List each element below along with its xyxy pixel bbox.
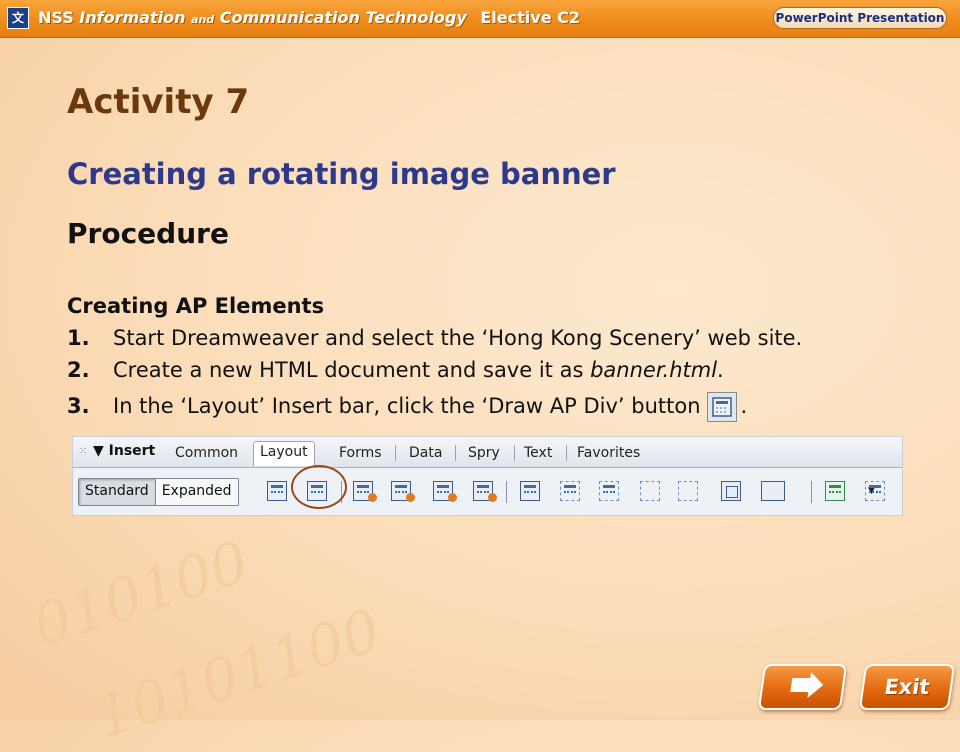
step-number: 3. <box>67 394 90 418</box>
step-text-end: . <box>717 358 724 382</box>
layout-cell-icon[interactable] <box>865 481 885 501</box>
next-button[interactable] <box>757 664 848 710</box>
insert-div-tag-icon[interactable] <box>267 481 287 501</box>
step-text: Start Dreamweaver and select the ‘Hong K… <box>113 326 803 350</box>
step-2: 2. Create a new HTML document and save it… <box>67 358 724 382</box>
step-text-end: . <box>740 394 748 418</box>
step-1: 1. Start Dreamweaver and select the ‘Hong… <box>67 326 802 350</box>
step-3: 3. In the ‘Layout’ Insert bar, click the … <box>67 392 747 422</box>
insert-bar-tabs: ⁙ ▼ Insert Common Layout Forms Data Spry… <box>73 437 902 468</box>
filename-text: banner.html <box>590 358 718 382</box>
grip-icon: ⁙ <box>79 446 88 457</box>
tab-divider <box>566 445 567 461</box>
tab-divider <box>395 445 396 461</box>
toolbar-divider <box>506 481 507 503</box>
elective-label: Elective C2 <box>480 8 580 27</box>
powerpoint-presentation-badge: PowerPoint Presentation <box>773 7 947 29</box>
tab-common[interactable]: Common <box>175 445 238 461</box>
view-mode-toggle: Standard Expanded <box>78 478 239 506</box>
highlight-circle <box>291 465 347 509</box>
exit-button[interactable]: Exit <box>858 664 956 710</box>
binary-decoration: 010100 <box>24 527 257 661</box>
tab-divider <box>455 445 456 461</box>
title-part1: Information <box>79 8 186 27</box>
tab-divider <box>514 445 515 461</box>
tab-spry[interactable]: Spry <box>468 445 500 461</box>
tab-layout[interactable]: Layout <box>253 441 315 466</box>
tab-text[interactable]: Text <box>524 445 552 461</box>
insert-bar-title: ▼ Insert <box>93 443 156 459</box>
course-title: NSS Information and Communication Techno… <box>38 8 580 27</box>
exit-label: Exit <box>882 675 932 699</box>
draw-ap-div-icon <box>706 392 737 422</box>
insert-row-below-icon[interactable] <box>599 481 619 501</box>
spry-badge-icon <box>448 493 457 502</box>
spry-badge-icon <box>406 493 415 502</box>
standard-mode-button[interactable]: Standard <box>79 479 156 505</box>
tab-data[interactable]: Data <box>409 445 442 461</box>
right-arrow-icon <box>790 678 811 692</box>
tab-favorites[interactable]: Favorites <box>577 445 640 461</box>
iframe-icon[interactable] <box>721 481 741 501</box>
top-header-bar: 文 NSS Information and Communication Tech… <box>0 0 960 38</box>
hkedcity-logo-icon: 文 <box>7 7 29 29</box>
title-and: and <box>191 13 215 26</box>
frames-icon[interactable] <box>761 481 785 501</box>
section-heading: Creating AP Elements <box>67 294 325 318</box>
step-text: In the ‘Layout’ Insert bar, click the ‘D… <box>113 394 701 418</box>
title-part2: Communication Technology <box>219 8 467 27</box>
toolbar-divider <box>811 481 812 503</box>
table-icon[interactable] <box>520 481 540 501</box>
nss-label: NSS <box>38 8 74 27</box>
insert-column-right-icon[interactable] <box>678 481 698 501</box>
insert-bar-screenshot: ⁙ ▼ Insert Common Layout Forms Data Spry… <box>72 436 903 516</box>
insert-row-above-icon[interactable] <box>560 481 580 501</box>
step-number: 1. <box>67 326 90 350</box>
procedure-heading: Procedure <box>67 217 229 250</box>
expanded-mode-button[interactable]: Expanded <box>156 479 238 505</box>
tab-forms[interactable]: Forms <box>339 445 382 461</box>
step-text: Create a new HTML document and save it a… <box>113 358 591 382</box>
layout-table-icon[interactable] <box>825 481 845 501</box>
insert-column-left-icon[interactable] <box>640 481 660 501</box>
activity-subtitle: Creating a rotating image banner <box>67 157 616 191</box>
spry-badge-icon <box>488 493 497 502</box>
step-number: 2. <box>67 358 90 382</box>
activity-title: Activity 7 <box>67 82 250 122</box>
spry-badge-icon <box>368 493 377 502</box>
